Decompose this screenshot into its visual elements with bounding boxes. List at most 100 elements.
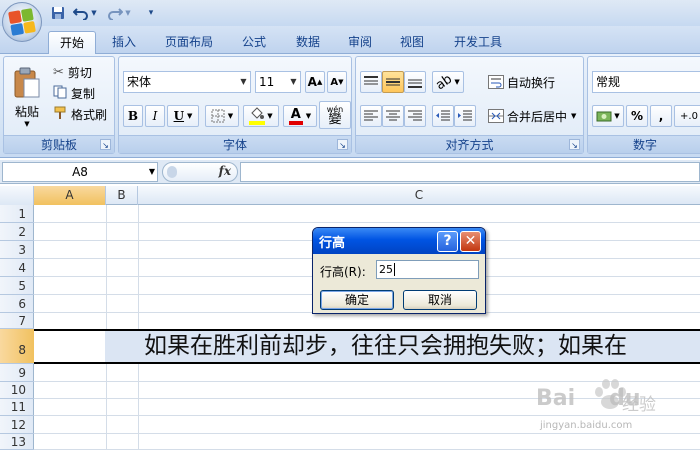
row-header-12[interactable]: 12 bbox=[0, 416, 34, 434]
font-color-button[interactable]: A ▼ bbox=[283, 105, 317, 127]
formula-input[interactable] bbox=[240, 162, 700, 182]
fill-color-button[interactable]: ▼ bbox=[243, 105, 279, 127]
column-header-b[interactable]: B bbox=[106, 186, 138, 205]
row-header-7[interactable]: 7 bbox=[0, 313, 34, 329]
borders-icon bbox=[211, 109, 225, 123]
chevron-down-icon: ▼ bbox=[148, 167, 155, 176]
copy-button[interactable]: 复制 bbox=[50, 83, 98, 103]
font-name-select[interactable]: 宋体 ▼ bbox=[123, 71, 251, 93]
wrap-text-button[interactable]: 自动换行 bbox=[484, 71, 559, 93]
row-header-11[interactable]: 11 bbox=[0, 399, 34, 416]
tab-formulas[interactable]: 公式 bbox=[232, 31, 276, 54]
percent-button[interactable]: % bbox=[626, 105, 648, 127]
bold-button[interactable]: B bbox=[123, 105, 143, 127]
tab-data[interactable]: 数据 bbox=[286, 31, 330, 54]
row-height-input[interactable]: 25 bbox=[376, 260, 479, 279]
phonetic-button[interactable]: wén 變 bbox=[319, 101, 351, 129]
font-launcher-icon[interactable]: ↘ bbox=[337, 139, 348, 150]
row-header-6[interactable]: 6 bbox=[0, 295, 34, 313]
resize-handle-icon[interactable] bbox=[167, 166, 177, 178]
font-size-value: 11 bbox=[259, 75, 275, 89]
clipboard-launcher-icon[interactable]: ↘ bbox=[100, 139, 111, 150]
column-header-c[interactable]: C bbox=[138, 186, 700, 205]
row-header-8[interactable]: 8 bbox=[0, 329, 34, 364]
redo-icon[interactable]: ▼ bbox=[106, 5, 132, 21]
active-cell-a8[interactable] bbox=[34, 331, 105, 362]
chevron-down-icon: ▼ bbox=[24, 119, 30, 128]
align-top-button[interactable] bbox=[360, 71, 382, 93]
decrease-indent-button[interactable] bbox=[432, 105, 454, 127]
office-button[interactable] bbox=[2, 2, 42, 42]
save-icon[interactable] bbox=[50, 5, 66, 21]
align-right-button[interactable] bbox=[404, 105, 426, 127]
tab-page-layout[interactable]: 页面布局 bbox=[158, 31, 220, 54]
undo-icon[interactable]: ▼ bbox=[72, 5, 98, 21]
merge-center-label: 合并后居中 bbox=[507, 109, 568, 124]
formula-controls: fx bbox=[162, 162, 238, 182]
row-header-1[interactable]: 1 bbox=[0, 205, 34, 223]
align-left-button[interactable] bbox=[360, 105, 382, 127]
shrink-font-button[interactable]: A ▼ bbox=[327, 71, 347, 93]
baidu-watermark: Bai du 经验 jingyan.baidu.com bbox=[536, 376, 696, 446]
format-painter-button[interactable]: 格式刷 bbox=[50, 104, 110, 124]
align-middle-button[interactable] bbox=[382, 71, 404, 93]
chevron-down-icon: ▼ bbox=[571, 112, 577, 120]
align-center-button[interactable] bbox=[382, 105, 404, 127]
select-all-button[interactable] bbox=[0, 186, 34, 205]
help-button[interactable]: ? bbox=[437, 231, 458, 252]
table-row[interactable] bbox=[34, 205, 700, 223]
increase-decimal-button[interactable]: +.0 bbox=[674, 105, 700, 127]
row-header-2[interactable]: 2 bbox=[0, 223, 34, 241]
tab-review[interactable]: 审阅 bbox=[338, 31, 382, 54]
italic-button[interactable]: I bbox=[145, 105, 165, 127]
paste-button[interactable]: 粘贴 ▼ bbox=[8, 61, 46, 133]
customize-toolbar-icon[interactable]: ▾ bbox=[146, 5, 156, 21]
increase-indent-button[interactable] bbox=[454, 105, 476, 127]
increase-indent-icon bbox=[458, 110, 472, 121]
name-box[interactable]: A8 ▼ bbox=[2, 162, 158, 182]
ok-button[interactable]: 确定 bbox=[320, 290, 394, 310]
close-button[interactable]: ✕ bbox=[460, 231, 481, 252]
alignment-group: ab ▼ 自动换行 合并后居中 ▼ 对齐方式 ↘ bbox=[355, 56, 584, 154]
row-header-5[interactable]: 5 bbox=[0, 277, 34, 295]
number-format-select[interactable]: 常规 bbox=[592, 71, 700, 93]
clipboard-group: 粘贴 ▼ ✂ 剪切 复制 格式刷 剪贴板 ↘ bbox=[3, 56, 115, 154]
table-row[interactable] bbox=[34, 313, 700, 329]
align-bottom-button[interactable] bbox=[404, 71, 426, 93]
row-header-4[interactable]: 4 bbox=[0, 259, 34, 277]
tab-home[interactable]: 开始 bbox=[48, 31, 96, 54]
selected-row-8[interactable]: 如果在胜利前却步，往往只会拥抱失败；如果在 bbox=[34, 329, 700, 364]
currency-button[interactable]: ▼ bbox=[592, 105, 624, 127]
font-size-select[interactable]: 11 ▼ bbox=[255, 71, 301, 93]
chevron-down-icon: ▼ bbox=[290, 77, 297, 86]
quick-access-toolbar: ▼ ▼ ▾ bbox=[0, 0, 700, 26]
cancel-button[interactable]: 取消 bbox=[403, 290, 477, 310]
align-top-icon bbox=[364, 76, 378, 85]
tab-view[interactable]: 视图 bbox=[390, 31, 434, 54]
watermark-url: jingyan.baidu.com bbox=[540, 420, 633, 431]
copy-label: 复制 bbox=[71, 86, 96, 101]
grow-font-button[interactable]: A ▲ bbox=[305, 71, 325, 93]
row-header-10[interactable]: 10 bbox=[0, 382, 34, 399]
underline-button[interactable]: U ▼ bbox=[167, 105, 199, 127]
tab-insert[interactable]: 插入 bbox=[102, 31, 146, 54]
chevron-down-icon: ▼ bbox=[267, 112, 273, 120]
alignment-group-label: 对齐方式 bbox=[356, 135, 583, 153]
row-header-13[interactable]: 13 bbox=[0, 434, 34, 450]
comma-button[interactable]: , bbox=[650, 105, 672, 127]
align-bottom-icon bbox=[408, 79, 422, 88]
column-header-a[interactable]: A bbox=[34, 186, 106, 205]
borders-button[interactable]: ▼ bbox=[205, 105, 239, 127]
cut-button[interactable]: ✂ 剪切 bbox=[50, 62, 95, 82]
merge-center-button[interactable]: 合并后居中 ▼ bbox=[484, 105, 580, 127]
insert-function-button[interactable]: fx bbox=[219, 164, 231, 178]
row-header-3[interactable]: 3 bbox=[0, 241, 34, 259]
alignment-launcher-icon[interactable]: ↘ bbox=[569, 139, 580, 150]
tab-developer[interactable]: 开发工具 bbox=[446, 31, 510, 54]
paintbrush-icon bbox=[53, 106, 67, 123]
row-header-9[interactable]: 9 bbox=[0, 364, 34, 382]
row-height-label: 行高(R): bbox=[320, 265, 366, 279]
dialog-titlebar[interactable]: 行高 ? ✕ bbox=[313, 228, 485, 254]
orientation-button[interactable]: ab ▼ bbox=[432, 71, 464, 93]
format-painter-label: 格式刷 bbox=[71, 107, 108, 122]
